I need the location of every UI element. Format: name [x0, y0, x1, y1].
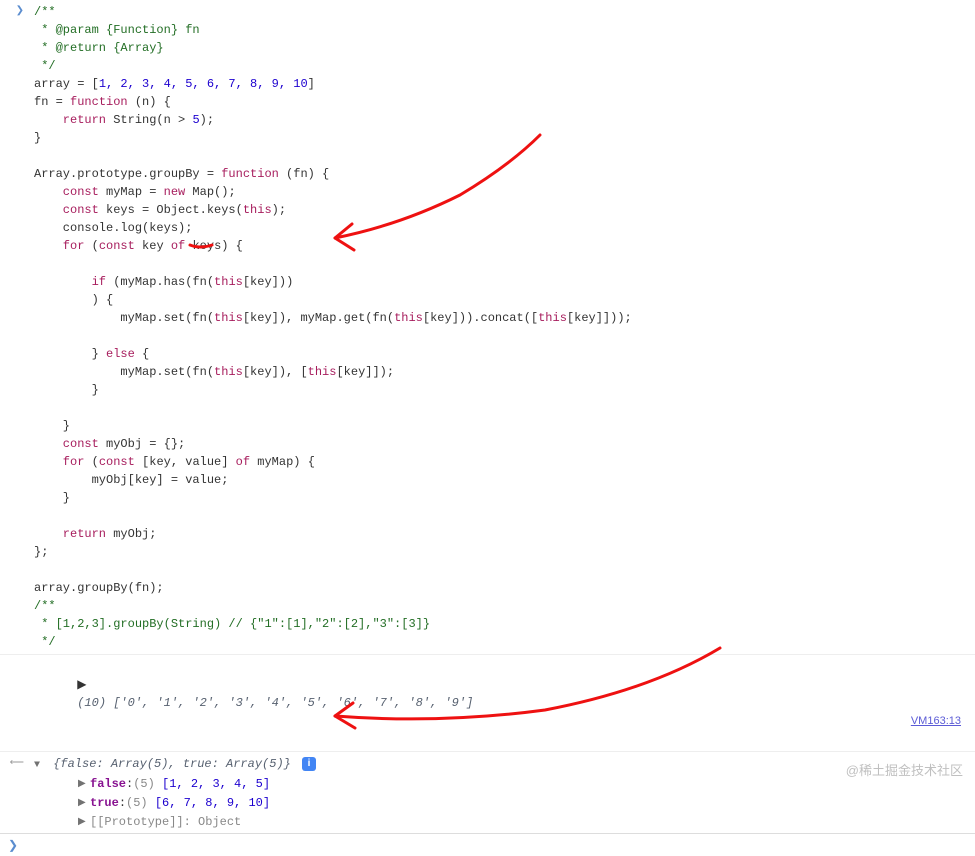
result-tree: ▶ false: (5) [1, 2, 3, 4, 5] ▶ true: (5)…: [78, 775, 975, 832]
expand-icon[interactable]: ▶: [77, 678, 86, 692]
watermark: @稀土掘金技术社区: [846, 760, 963, 779]
code-input[interactable]: /** * @param {Function} fn * @return {Ar…: [34, 3, 975, 651]
result-prototype[interactable]: ▶ [[Prototype]]: Object: [78, 813, 975, 832]
log-output-row[interactable]: ▶ (10) ['0', '1', '2', '3', '4', '5', '6…: [0, 654, 975, 749]
info-icon[interactable]: i: [302, 757, 316, 771]
input-chevron-icon: ❯: [16, 5, 24, 17]
source-link[interactable]: VM163:13: [911, 712, 961, 730]
prompt-chevron-icon: ❯: [8, 839, 18, 853]
log-preview[interactable]: (10) ['0', '1', '2', '3', '4', '5', '6',…: [77, 696, 473, 710]
input-row[interactable]: ❯ /** * @param {Function} fn * @return {…: [0, 2, 975, 652]
output-chevron-icon: ⟵: [10, 757, 24, 769]
expand-icon[interactable]: ▶: [78, 813, 90, 832]
result-true[interactable]: ▶ true: (5) [6, 7, 8, 9, 10]: [78, 794, 975, 813]
console-panel: ❯ /** * @param {Function} fn * @return {…: [0, 0, 975, 856]
result-false[interactable]: ▶ false: (5) [1, 2, 3, 4, 5]: [78, 775, 975, 794]
expand-icon[interactable]: ▶: [78, 794, 90, 813]
result-row[interactable]: ⟵ ▼ {false: Array(5), true: Array(5)} i …: [0, 751, 975, 833]
collapse-icon[interactable]: ▼: [34, 757, 46, 775]
expand-icon[interactable]: ▶: [78, 775, 90, 794]
result-header[interactable]: {false: Array(5), true: Array(5)}: [53, 757, 291, 771]
prompt-row[interactable]: ❯: [0, 833, 975, 856]
